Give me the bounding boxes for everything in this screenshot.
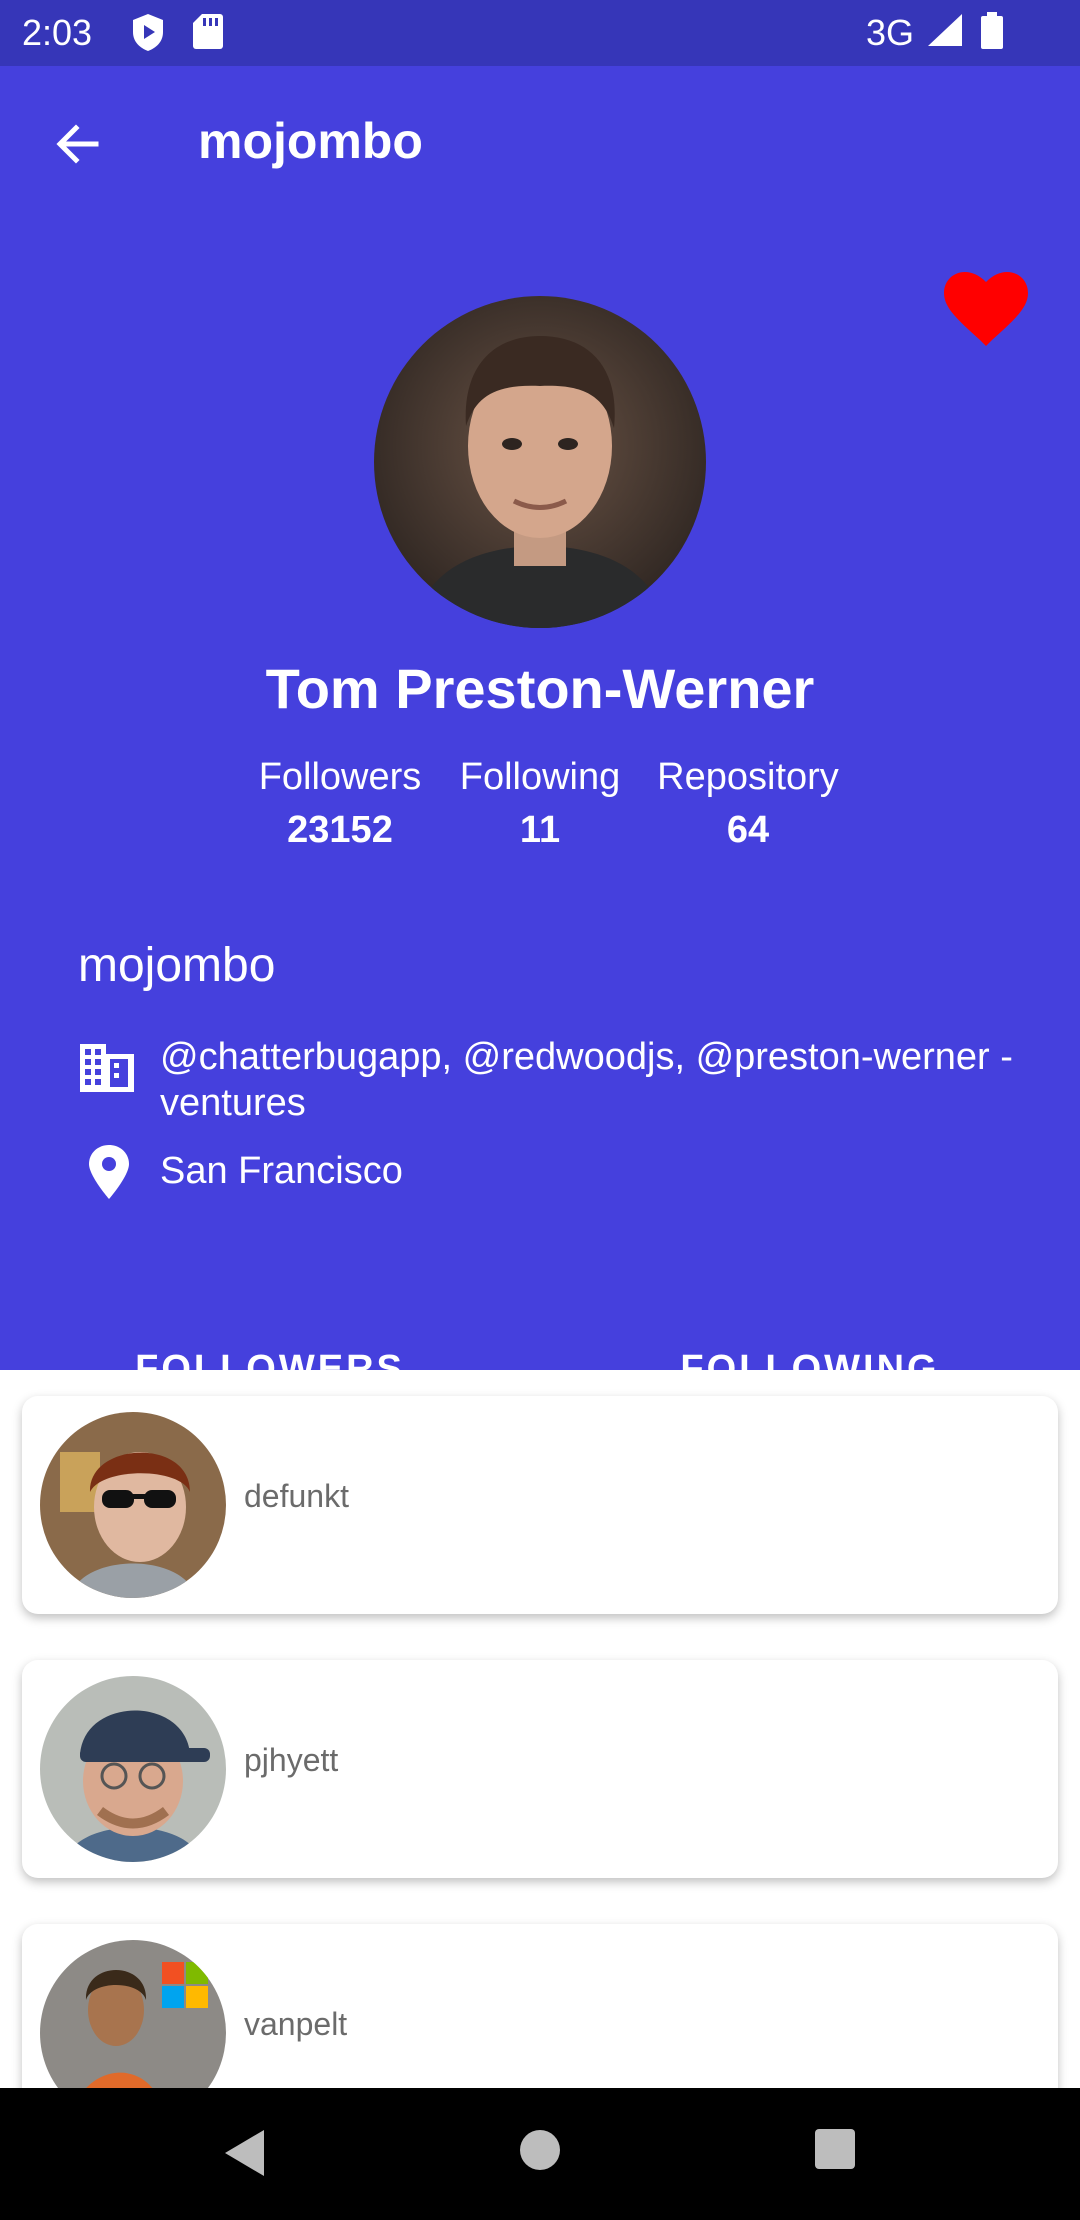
status-bar: 2:03 3G	[0, 0, 1080, 66]
profile-header: mojombo Tom Preston-Werner Followers 231…	[0, 66, 1080, 1436]
page-title: mojombo	[198, 113, 423, 169]
follower-login: vanpelt	[244, 2006, 348, 2042]
avatar	[40, 1412, 226, 1598]
follower-login: defunkt	[244, 1478, 349, 1514]
play-protect-icon	[130, 12, 166, 57]
nav-back-button[interactable]	[222, 2128, 268, 2183]
follower-login: pjhyett	[244, 1742, 339, 1778]
system-nav-bar	[0, 2088, 1080, 2220]
stat-value: 11	[519, 809, 561, 851]
avatar	[374, 296, 706, 628]
square-recents-icon	[815, 2129, 855, 2169]
stat-value: 23152	[287, 809, 393, 851]
heart-icon	[944, 272, 1028, 346]
stat-repository: Repository 64	[638, 756, 858, 852]
battery-icon	[980, 12, 1004, 55]
company-text: @chatterbugapp, @redwoodjs, @preston-wer…	[160, 1036, 1013, 1124]
triangle-back-icon	[225, 2130, 264, 2176]
status-time: 2:03	[22, 12, 93, 53]
user-login: mojombo	[78, 939, 276, 992]
company-building-icon	[78, 1042, 136, 1099]
circle-home-icon	[520, 2130, 560, 2170]
nav-home-button[interactable]	[518, 2128, 562, 2177]
back-button[interactable]	[50, 116, 106, 172]
tab-followers[interactable]: FOLLOWERS	[0, 1348, 540, 1391]
stat-label: Following	[459, 756, 621, 798]
stat-following: Following 11	[430, 756, 650, 852]
user-full-name: Tom Preston-Werner	[265, 657, 815, 720]
stat-label: Followers	[258, 756, 422, 798]
stat-followers: Followers 23152	[230, 756, 450, 852]
tab-following[interactable]: FOLLOWING	[540, 1348, 1080, 1391]
location-text: San Francisco	[160, 1150, 403, 1192]
avatar	[40, 1676, 226, 1862]
stat-label: Repository	[657, 756, 839, 798]
network-type: 3G	[866, 12, 915, 53]
location-pin-icon	[88, 1144, 130, 1205]
signal-icon	[926, 12, 964, 53]
list-item[interactable]: pjhyett	[22, 1660, 1058, 1878]
stat-value: 64	[726, 809, 770, 851]
arrow-back-icon	[56, 124, 99, 164]
nav-recents-button[interactable]	[814, 2128, 856, 2175]
favorite-button[interactable]	[944, 272, 1028, 348]
list-item[interactable]: defunkt	[22, 1396, 1058, 1614]
sd-card-icon	[192, 12, 224, 55]
